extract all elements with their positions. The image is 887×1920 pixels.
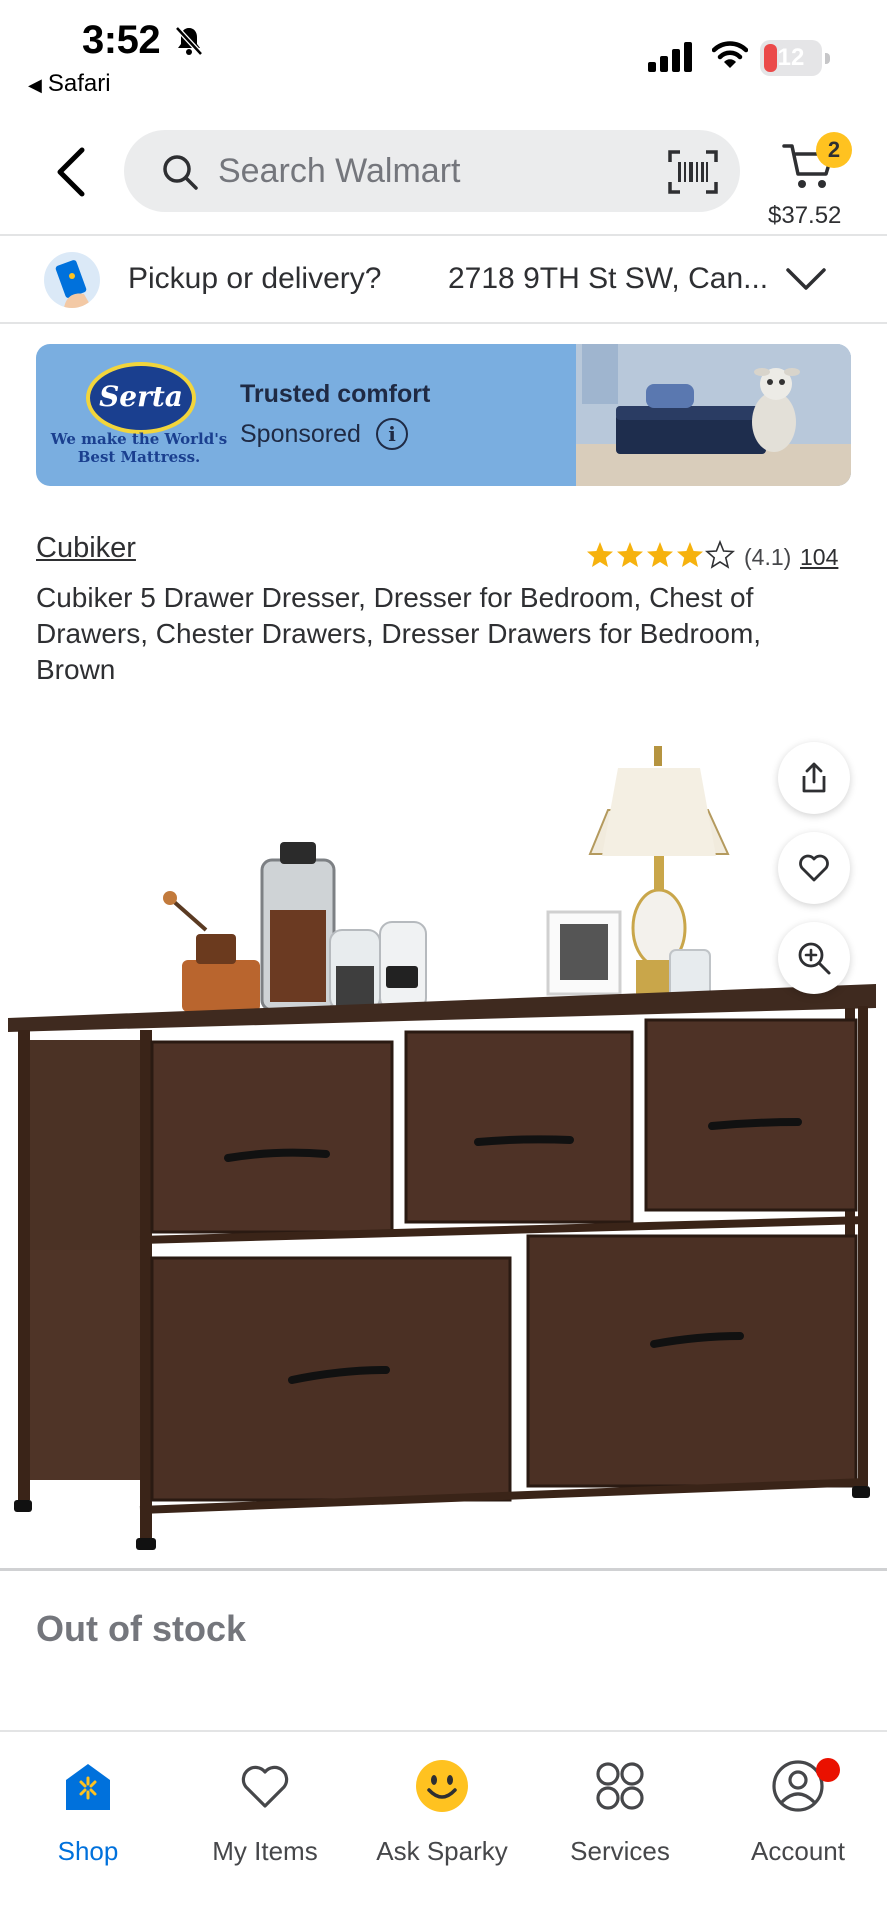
product-brand-link[interactable]: Cubiker — [36, 532, 136, 565]
share-icon — [802, 762, 826, 793]
serta-logo-text: Serta — [99, 380, 183, 413]
nav-label-shop: Shop — [57, 1836, 119, 1866]
section-divider — [0, 1568, 887, 1571]
search-input[interactable]: Search Walmart — [124, 130, 740, 212]
back-to-safari[interactable]: ◀ Safari — [28, 70, 111, 98]
account-notification-dot — [816, 1758, 840, 1782]
share-button[interactable] — [778, 742, 850, 814]
nav-label-services: Services — [570, 1836, 670, 1866]
pickup-label: Pickup or delivery? — [128, 262, 382, 295]
rating-stars — [587, 541, 734, 568]
wifi-icon — [712, 41, 748, 68]
heart-icon — [799, 854, 829, 882]
bottom-nav: Shop My Items Ask Sparky Services Accoun… — [0, 1730, 887, 1920]
chevron-down-icon[interactable] — [784, 264, 828, 294]
search-placeholder: Search Walmart — [218, 152, 461, 190]
search-icon — [163, 155, 198, 190]
nav-tab-services[interactable]: Services — [540, 1758, 700, 1868]
pickup-delivery-bar[interactable]: Pickup or delivery? 2718 9TH St SW, Can.… — [0, 238, 887, 324]
star-empty-icon — [706, 541, 734, 568]
info-icon[interactable]: i — [376, 418, 408, 450]
pickup-address: 2718 9TH St SW, Can... — [448, 262, 769, 295]
cart-total: $37.52 — [768, 202, 842, 229]
back-triangle-icon: ◀ — [28, 75, 42, 95]
silent-bell-icon — [175, 26, 203, 56]
nav-label-account: Account — [751, 1836, 845, 1866]
signal-icon — [648, 42, 692, 72]
ad-sponsored-label: Sponsored — [240, 420, 361, 448]
search-header: Search Walmart 2 $37.52 — [0, 110, 887, 236]
review-count-link[interactable]: 104 — [800, 544, 838, 571]
nav-label-my-items: My Items — [212, 1836, 318, 1866]
ad-mattress-image — [576, 344, 851, 486]
back-app-label: Safari — [47, 70, 111, 97]
shop-icon — [66, 1764, 110, 1810]
battery-percent: 12 — [777, 44, 805, 71]
barcode-scan-icon[interactable] — [668, 150, 718, 194]
star-filled-icon — [617, 542, 643, 567]
ad-title: Trusted comfort — [240, 380, 431, 408]
phone-hand-icon — [44, 252, 100, 308]
battery-indicator: 12 — [760, 40, 830, 76]
availability-status: Out of stock — [36, 1608, 247, 1649]
serta-tagline: We make the World's Best Mattress. — [50, 430, 228, 466]
star-filled-icon — [587, 542, 613, 567]
services-icon — [596, 1762, 644, 1810]
star-filled-icon — [647, 542, 673, 567]
rating-value: (4.1) — [744, 544, 792, 570]
favorite-button[interactable] — [778, 832, 850, 904]
cart-button[interactable]: 2 $37.52 — [762, 124, 872, 229]
zoom-button[interactable] — [778, 922, 850, 994]
back-arrow-icon[interactable] — [48, 142, 98, 202]
product-title: Cubiker 5 Drawer Dresser, Dresser for Be… — [36, 582, 762, 685]
nav-tab-shop[interactable]: Shop — [8, 1758, 168, 1868]
status-bar: 3:52 ◀ Safari 12 — [0, 0, 887, 110]
star-filled-icon — [677, 542, 703, 567]
status-time: 3:52 — [82, 18, 161, 62]
nav-tab-my-items[interactable]: My Items — [185, 1758, 345, 1868]
nav-tab-ask-sparky[interactable]: Ask Sparky — [362, 1758, 522, 1868]
sponsored-ad-banner[interactable]: Serta We make the World's Best Mattress.… — [36, 344, 851, 486]
sparky-icon — [416, 1760, 468, 1812]
dresser-illustration — [8, 746, 876, 1550]
heart-icon — [241, 1765, 289, 1808]
nav-label-ask-sparky: Ask Sparky — [376, 1836, 508, 1866]
zoom-in-icon — [798, 942, 831, 975]
serta-logo: Serta — [86, 362, 196, 434]
nav-tab-account[interactable]: Account — [718, 1758, 878, 1868]
product-image[interactable] — [0, 730, 887, 1560]
cart-count-badge: 2 — [816, 132, 852, 168]
